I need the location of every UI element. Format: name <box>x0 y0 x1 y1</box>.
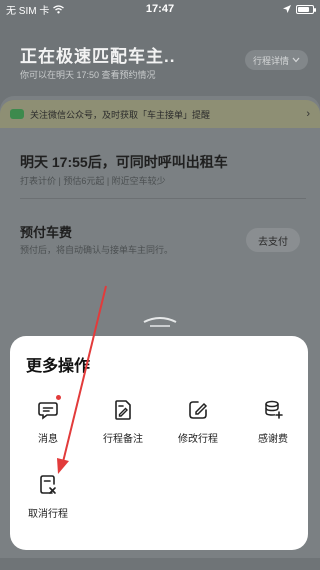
op-label: 感谢费 <box>258 434 288 445</box>
sheet-title: 更多操作 <box>26 358 91 375</box>
taxi-option-title: 明天 17:55后，可同时呼叫出租车 <box>20 154 228 170</box>
car-illustration-icon <box>143 317 177 327</box>
trip-detail-label: 行程详情 <box>252 55 289 66</box>
op-cancel-trip[interactable]: 取消行程 <box>13 473 83 520</box>
home-indicator-area <box>0 558 320 570</box>
edit-trip-icon <box>186 398 210 422</box>
op-trip-note[interactable]: 行程备注 <box>88 398 158 445</box>
message-icon <box>36 395 61 422</box>
chevron-down-icon <box>292 57 300 63</box>
battery-fill <box>298 6 309 12</box>
chevron-right-icon: › <box>306 108 310 120</box>
trip-detail-button[interactable]: 行程详情 <box>244 50 308 70</box>
op-label: 取消行程 <box>28 509 68 520</box>
op-label: 消息 <box>38 434 58 445</box>
op-edit-trip[interactable]: 修改行程 <box>163 398 233 445</box>
wechat-banner-text: 关注微信公众号，及时获取「车主接单」提醒 <box>30 109 211 120</box>
unread-dot <box>56 395 61 400</box>
wechat-follow-banner[interactable]: 关注微信公众号，及时获取「车主接单」提醒 › <box>0 100 320 128</box>
clock: 17:47 <box>145 3 175 15</box>
battery-icon <box>296 4 316 14</box>
op-message[interactable]: 消息 <box>13 395 83 445</box>
wechat-icon <box>10 109 24 119</box>
matching-title: 正在极速匹配车主.. <box>20 47 176 66</box>
matching-subtitle: 你可以在明天 17:50 查看预约情况 <box>20 70 156 80</box>
tip-fee-icon <box>261 398 285 422</box>
op-label: 修改行程 <box>178 434 218 445</box>
op-label: 行程备注 <box>103 434 143 445</box>
edit-note-icon <box>111 398 135 422</box>
divider <box>20 198 306 199</box>
pay-button[interactable]: 去支付 <box>246 228 300 252</box>
taxi-option-subtitle: 打表计价 | 预估6元起 | 附近空车较少 <box>20 176 166 186</box>
status-bar: 无 SIM 卡 17:47 <box>0 0 320 18</box>
prepay-subtitle: 预付后，将自动确认与接单车主同行。 <box>20 245 174 255</box>
more-operations-sheet: 更多操作 消息 行程备注 修改行程 感谢费 取消行程 <box>10 336 308 550</box>
prepay-title: 预付车费 <box>20 225 73 240</box>
cancel-trip-icon <box>36 473 60 497</box>
op-tip-fee[interactable]: 感谢费 <box>238 398 308 445</box>
